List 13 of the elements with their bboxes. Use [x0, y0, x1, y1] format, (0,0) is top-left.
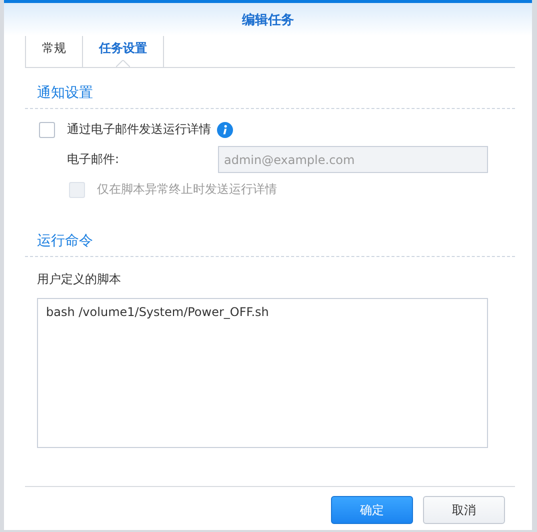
section-heading: 运行命令 — [37, 233, 93, 249]
info-icon[interactable] — [217, 122, 233, 138]
tab[interactable]: 任务设置 — [82, 36, 164, 67]
section-heading: 通知设置 — [37, 85, 93, 101]
checkbox-label: 仅在脚本异常终止时发送运行详情 — [97, 181, 277, 198]
window-title: 编辑任务 — [242, 12, 294, 28]
checkbox-label: 通过电子邮件发送运行详情 — [67, 121, 211, 138]
cancel-button[interactable]: 取消 — [423, 496, 505, 524]
checkbox[interactable] — [39, 122, 55, 138]
field-label: 用户定义的脚本 — [37, 271, 121, 288]
tab[interactable]: 常规 — [25, 36, 82, 67]
field-label: 电子邮件: — [67, 151, 120, 168]
script-field[interactable]: bash /volume1/System/Power_OFF.sh — [37, 298, 488, 448]
